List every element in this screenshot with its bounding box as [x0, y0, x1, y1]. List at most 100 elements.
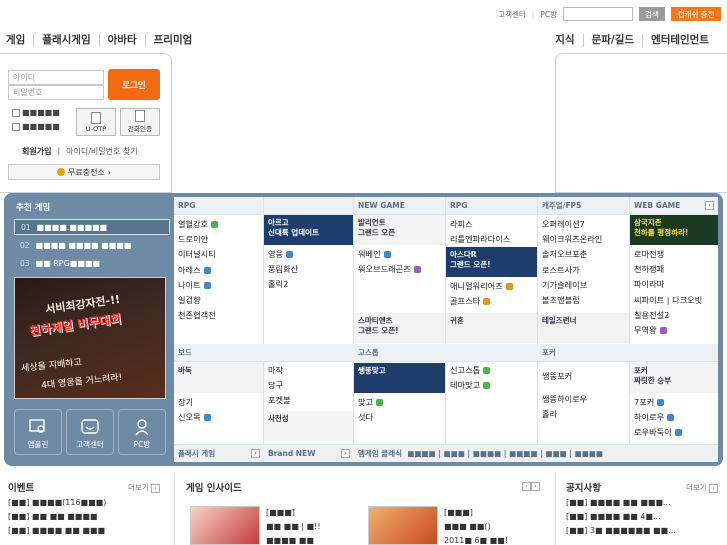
- game-link[interactable]: 파이라마: [634, 277, 702, 292]
- nav-game[interactable]: 게임: [6, 34, 35, 47]
- game-link[interactable]: 쌩뚱포커: [542, 369, 587, 384]
- flash-game-link[interactable]: 플래시 게임 ›: [174, 444, 264, 462]
- find-account-link[interactable]: 아이디/비밀번호 찾기: [66, 146, 137, 157]
- event-more-link[interactable]: 더보기 ›: [128, 482, 161, 493]
- game-link[interactable]: 라피스: [450, 217, 510, 232]
- game-link[interactable]: 테마맞고: [450, 378, 491, 393]
- game-link[interactable]: 홀라: [542, 407, 587, 422]
- promo-banner[interactable]: 서비최강자전-!! 천하제일 비무대회 세상을 지배하고 4대 영웅을 거느려라…: [14, 277, 166, 399]
- list-item[interactable]: [■■] ■■■■ ■■ 4■...: [566, 510, 676, 524]
- id-field[interactable]: 아이디: [8, 70, 104, 85]
- game-link[interactable]: 워오브드래곤즈: [358, 262, 421, 277]
- game-link[interactable]: 하이로우: [634, 410, 682, 425]
- free-charge-button[interactable]: 무료충전소 ›: [8, 164, 160, 180]
- game-link[interactable]: 워베인: [358, 247, 421, 262]
- game-link[interactable]: 영웅: [268, 247, 298, 262]
- game-link[interactable]: 기가슬레이브: [542, 278, 602, 293]
- game-link[interactable]: 볼츠앤블립: [542, 293, 602, 308]
- game-link[interactable]: 이터널시티: [178, 247, 218, 262]
- game-link[interactable]: 아레스: [178, 263, 218, 278]
- save-id-checkbox[interactable]: ■■■■■: [12, 108, 60, 117]
- game-link[interactable]: 홀릭2: [268, 277, 298, 292]
- secure-login-checkbox[interactable]: ■■■■■: [12, 122, 60, 131]
- mplin-button[interactable]: 엠플린: [14, 409, 62, 455]
- pc-room-button[interactable]: PC방: [118, 409, 166, 455]
- login-button[interactable]: 로그인: [108, 69, 160, 100]
- hot-badge-icon: [674, 429, 682, 437]
- game-link[interactable]: 열혈강호: [178, 217, 219, 232]
- reco-item[interactable]: 03 ■■ RPG■■■■: [14, 255, 170, 271]
- pc-room-link[interactable]: PC방: [540, 9, 557, 20]
- update-badge-icon: [505, 283, 513, 290]
- notice-more-link[interactable]: 더보기 ›: [686, 482, 719, 493]
- game-link[interactable]: 일검향: [178, 293, 218, 308]
- tales-runner-promo[interactable]: 테일즈런너: [538, 313, 629, 343]
- list-item[interactable]: [■■] ■■ ■■ ■■■■: [8, 510, 106, 524]
- brand-new-link[interactable]: Brand NEW ›: [264, 444, 354, 462]
- nav-guild[interactable]: 문파/길드: [584, 34, 644, 47]
- game-link[interactable]: 무역왕: [634, 323, 702, 338]
- saengttung-gostop-promo[interactable]: 쌩뚱맞고: [354, 363, 445, 393]
- game-link[interactable]: 7포커: [634, 395, 682, 410]
- nav-avatar[interactable]: 아바타: [100, 34, 146, 47]
- game-link[interactable]: 당구: [268, 378, 291, 393]
- customer-center-link[interactable]: 고객센터: [498, 9, 526, 20]
- list-item[interactable]: [■■] ■■■■(116■■■): [8, 496, 106, 510]
- game-link[interactable]: 로스트사가: [542, 263, 602, 278]
- asda-promo[interactable]: 아스다R 그랜드 오픈!: [446, 247, 537, 277]
- game-link[interactable]: 나이트: [178, 278, 218, 293]
- chevron-right-icon[interactable]: ›: [705, 201, 714, 210]
- game-link[interactable]: 신고스톱: [450, 363, 491, 378]
- game-link[interactable]: 리틀엔파라다이스: [450, 232, 510, 247]
- game-link[interactable]: 장기: [178, 395, 211, 410]
- game-link[interactable]: 포켓볼: [268, 393, 291, 408]
- game-link[interactable]: 마작: [268, 363, 291, 378]
- password-field[interactable]: 비밀번호: [8, 85, 104, 100]
- game-link[interactable]: 오퍼레이션7: [542, 217, 602, 232]
- game-link[interactable]: 드로이얀: [178, 232, 218, 247]
- search-input[interactable]: [563, 7, 633, 21]
- game-link[interactable]: 칠용전설2: [634, 308, 702, 323]
- list-item[interactable]: [■■] ■■■■ ■■ ■■■: [8, 524, 106, 538]
- game-link[interactable]: 천존협객전: [178, 308, 218, 323]
- cash-charge-button[interactable]: 캡캐쉬 충전: [671, 7, 721, 21]
- game-link[interactable]: 천하쟁패: [634, 262, 702, 277]
- list-item[interactable]: [■■] 3■ ■■■■■■ ■■...: [566, 524, 676, 538]
- valiant-promo[interactable]: 발리언트 그랜드 오픈: [354, 215, 445, 245]
- game-link[interactable]: 신오목: [178, 410, 211, 425]
- reco-item[interactable]: 01 ■■■■.■■■■■: [14, 219, 170, 235]
- insight-thumbnail[interactable]: [190, 506, 260, 545]
- game-link[interactable]: 맞고: [358, 395, 384, 410]
- nav-flash-game[interactable]: 플래시게임: [34, 34, 100, 47]
- reco-item[interactable]: 02 ■■■■ ■■■■ ■■■■: [14, 237, 170, 253]
- game-link[interactable]: 풍림화산: [268, 262, 298, 277]
- gwihon-promo[interactable]: 귀혼: [446, 313, 537, 343]
- nav-entertainment[interactable]: 엔터테인먼트: [643, 34, 717, 47]
- sachunsung-promo[interactable]: 사천성: [264, 411, 353, 441]
- customer-center-button[interactable]: 고객센터: [66, 409, 114, 455]
- phone-auth-button[interactable]: 전화인증: [120, 108, 160, 136]
- game-link[interactable]: 섯다: [358, 410, 383, 425]
- game-link[interactable]: 쌩뚱하이로우: [542, 392, 587, 407]
- u-otp-button[interactable]: U-OTP: [76, 108, 116, 136]
- chevron-right-icon[interactable]: ›: [531, 482, 540, 491]
- samgukjijon-promo[interactable]: 삼국지존 천하를 평정하라!: [630, 215, 718, 245]
- chevron-left-icon[interactable]: ‹: [522, 482, 531, 491]
- game-link[interactable]: 솔저오브포춘: [542, 247, 602, 262]
- search-button[interactable]: 검색: [639, 7, 665, 21]
- list-item[interactable]: [■■] ■■■■ ■■ ■■■...: [566, 496, 676, 510]
- game-link[interactable]: 로마전쟁: [634, 247, 702, 262]
- game-link[interactable]: 로우바둑이: [634, 425, 682, 440]
- game-link[interactable]: 골프스타: [450, 294, 513, 309]
- argo-promo[interactable]: 아르고 신대륙 업데이트: [264, 215, 353, 245]
- signup-link[interactable]: 회원가입: [22, 146, 51, 157]
- nav-premium[interactable]: 프리미엄: [146, 34, 201, 47]
- game-link[interactable]: 씨파이트 | 다크오빗: [634, 293, 702, 308]
- smarty-ants-promo[interactable]: 스마티앤츠 그랜드 오픈!: [354, 313, 445, 343]
- game-link[interactable]: 애니멀워리어즈: [450, 279, 513, 294]
- baduk-promo[interactable]: 바둑: [174, 363, 263, 393]
- insight-thumbnail[interactable]: [368, 506, 438, 545]
- game-link[interactable]: 웨이크워즈온라인: [542, 232, 602, 247]
- poker-promo[interactable]: 포커 짜릿한 승부: [630, 363, 718, 393]
- nav-knowledge[interactable]: 지식: [555, 34, 584, 47]
